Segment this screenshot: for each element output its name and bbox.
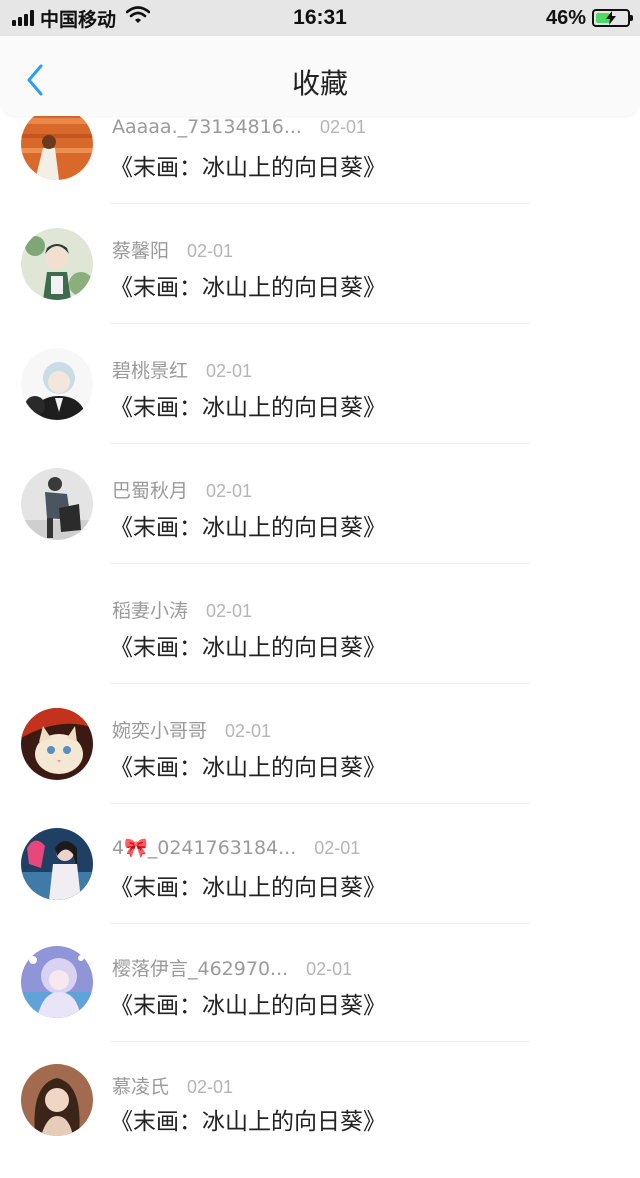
date: 02-01: [206, 601, 253, 621]
username[interactable]: 4🎀_0241763184...: [112, 836, 296, 859]
list-item[interactable]: 4🎀_0241763184... 02-01 《末画：冰山上的向日葵》: [0, 820, 640, 940]
item-meta: 稻妻小涛 02-01: [112, 596, 252, 623]
item-meta: 碧桃景红 02-01: [112, 356, 252, 383]
list-item[interactable]: 巴蜀秋月 02-01 《末画：冰山上的向日葵》: [0, 460, 640, 580]
girl-pink-avatar[interactable]: [21, 828, 93, 900]
item-title[interactable]: 《末画：冰山上的向日葵》: [110, 868, 386, 902]
list-item[interactable]: 婉奕小哥哥 02-01 《末画：冰山上的向日葵》: [0, 700, 640, 820]
item-meta: 4🎀_0241763184... 02-01: [112, 836, 360, 859]
list-item[interactable]: 稻妻小涛 02-01 《末画：冰山上的向日葵》: [0, 580, 640, 700]
photo-person-avatar[interactable]: [21, 468, 93, 540]
date: 02-01: [206, 361, 253, 381]
username[interactable]: 稻妻小涛: [112, 596, 188, 623]
username[interactable]: 碧桃景红: [112, 356, 188, 383]
divider: [110, 923, 530, 924]
item-title[interactable]: 《末画：冰山上的向日葵》: [110, 388, 386, 422]
item-meta: 蔡馨阳 02-01: [112, 236, 233, 263]
anime-white-hair-avatar[interactable]: [21, 348, 93, 420]
username[interactable]: 樱落伊言_462970...: [112, 954, 288, 981]
list-item[interactable]: 碧桃景红 02-01 《末画：冰山上的向日葵》: [0, 340, 640, 460]
item-title[interactable]: 《末画：冰山上的向日葵》: [110, 628, 386, 662]
item-meta: 樱落伊言_462970... 02-01: [112, 954, 352, 981]
favorites-list: Aaaaa._73134816... 02-01 《末画：冰山上的向日葵》 蔡馨…: [0, 0, 640, 1139]
item-meta: Aaaaa._73134816... 02-01: [112, 116, 366, 138]
list-item[interactable]: 樱落伊言_462970... 02-01 《末画：冰山上的向日葵》: [0, 940, 640, 1060]
username[interactable]: 慕凌氏: [112, 1072, 169, 1099]
item-meta: 巴蜀秋月 02-01: [112, 476, 252, 503]
page-title: 收藏: [291, 67, 348, 100]
date: 02-01: [314, 838, 361, 858]
username[interactable]: Aaaaa._73134816...: [112, 116, 302, 138]
anime-green-avatar[interactable]: [21, 228, 93, 300]
date: 02-01: [187, 1077, 234, 1097]
blank-avatar[interactable]: [21, 588, 93, 660]
divider: [110, 683, 530, 684]
date: 02-01: [206, 481, 253, 501]
list-item[interactable]: 慕凌氏 02-01 《末画：冰山上的向日葵》: [0, 1058, 640, 1178]
divider: [110, 803, 530, 804]
cat-avatar[interactable]: [21, 708, 93, 780]
date: 02-01: [187, 241, 234, 261]
list-item[interactable]: 蔡馨阳 02-01 《末画：冰山上的向日葵》: [0, 220, 640, 340]
item-title[interactable]: 《末画：冰山上的向日葵》: [110, 148, 386, 182]
anime-purple-avatar[interactable]: [21, 946, 93, 1018]
item-title[interactable]: 《末画：冰山上的向日葵》: [110, 986, 386, 1020]
divider: [110, 563, 530, 564]
orange-sunset-avatar[interactable]: [21, 108, 93, 180]
date: 02-01: [319, 117, 366, 137]
divider: [110, 203, 530, 204]
username[interactable]: 婉奕小哥哥: [112, 716, 207, 743]
anime-brown-avatar[interactable]: [21, 1064, 93, 1136]
list-item[interactable]: Aaaaa._73134816... 02-01 《末画：冰山上的向日葵》: [0, 100, 640, 220]
date: 02-01: [225, 721, 272, 741]
date: 02-01: [306, 959, 353, 979]
item-title[interactable]: 《末画：冰山上的向日葵》: [110, 268, 386, 302]
username[interactable]: 蔡馨阳: [112, 236, 169, 263]
item-title[interactable]: 《末画：冰山上的向日葵》: [110, 748, 386, 782]
item-title[interactable]: 《末画：冰山上的向日葵》: [110, 1102, 386, 1136]
divider: [110, 323, 530, 324]
divider: [110, 1041, 530, 1042]
username[interactable]: 巴蜀秋月: [112, 476, 188, 503]
item-title[interactable]: 《末画：冰山上的向日葵》: [110, 508, 386, 542]
item-meta: 婉奕小哥哥 02-01: [112, 716, 271, 743]
item-meta: 慕凌氏 02-01: [112, 1072, 233, 1099]
divider: [110, 443, 530, 444]
nav-bar: 收藏: [0, 36, 640, 116]
